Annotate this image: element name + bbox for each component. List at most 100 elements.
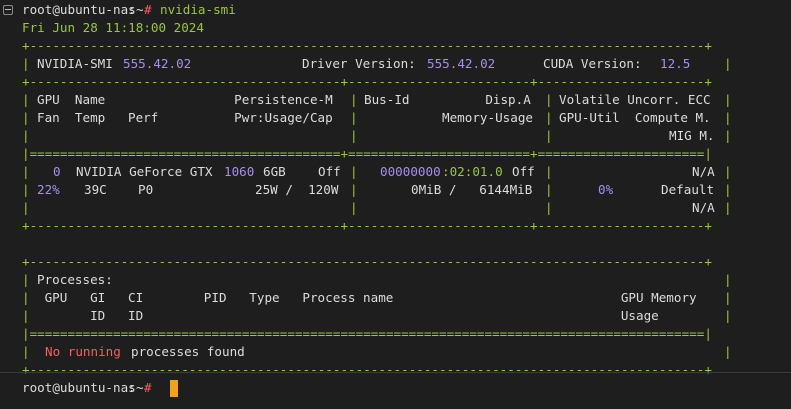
prompt-colon: :: [128, 380, 136, 395]
gpu-bus-id-num: 00000000: [380, 164, 441, 179]
gpu-index: 0: [53, 164, 61, 179]
processes-title: Processes:: [37, 272, 113, 287]
gpu-col-mid-1: Bus-Id Disp.A: [364, 92, 531, 107]
gpu-bus-id-rest: :02:01.0: [442, 164, 503, 179]
pipe: |: [724, 272, 732, 287]
pipe: |: [22, 290, 30, 305]
pipe: |: [22, 344, 30, 359]
processes-found-text: processes found: [131, 344, 245, 359]
gpu-col-header-2: | Fan Temp Perf Pwr:Usage/Cap | Memory-U…: [22, 109, 732, 127]
pipe: |: [724, 200, 732, 215]
proc-border-eq: |=======================================…: [22, 326, 712, 341]
pipe: |: [350, 182, 358, 197]
proc-col-row-2: | ID ID Usage |: [22, 307, 732, 325]
pipe: |: [350, 164, 358, 179]
pipe: |: [545, 164, 553, 179]
terminal-window: root@ubuntu-nas : ~ # nvidia-smi Fri Jun…: [0, 0, 791, 409]
table-border-eq: |=======================================…: [22, 146, 712, 161]
proc-cols-1: GPU GI CI PID Type Process name GPU Memo…: [37, 290, 697, 305]
prompt-line: root@ubuntu-nas : ~ # nvidia-smi: [22, 1, 236, 19]
driver-label: Driver Version:: [302, 56, 416, 71]
prompt-cwd: ~: [136, 380, 144, 395]
pipe: |: [350, 200, 358, 215]
timestamp: Fri Jun 28 11:18:00 2024: [22, 20, 204, 35]
driver-version: 555.42.02: [427, 56, 496, 71]
pipe: |: [545, 182, 553, 197]
collapse-toggle-icon[interactable]: [3, 5, 13, 15]
gpu-power: 25W / 120W: [255, 182, 339, 197]
pipe: |: [22, 92, 30, 107]
gpu-col-header-3: | | | MIG M. |: [22, 127, 732, 145]
pipe: |: [545, 110, 553, 125]
gpu-ecc: N/A: [692, 164, 715, 179]
gpu-col-left-2: Fan Temp Perf Pwr:Usage/Cap: [37, 110, 333, 125]
proc-title-row: | Processes: |: [22, 271, 732, 289]
prompt-user-host: root@ubuntu-nas: [22, 380, 136, 395]
no-running-text: No running: [45, 344, 121, 359]
pipe: |: [724, 56, 732, 71]
gpu-mig: N/A: [692, 200, 715, 215]
gpu-row-1: | 0 NVIDIA GeForce GTX 1060 6GB Off | 00…: [22, 163, 732, 181]
gpu-col-right-2: GPU-Util Compute M.: [559, 110, 711, 125]
pipe: |: [724, 110, 732, 125]
pipe: |: [724, 290, 732, 305]
proc-empty-row: | No running processes found |: [22, 343, 732, 361]
proc-border-bottom: +---------------------------------------…: [22, 362, 712, 377]
gpu-memory: 0MiB / 6144MiB: [411, 182, 533, 197]
pipe: |: [22, 308, 30, 323]
gpu-name-a: NVIDIA GeForce GTX: [76, 164, 213, 179]
pipe: |: [350, 92, 358, 107]
smi-version: 555.42.02: [123, 56, 192, 71]
smi-header-row: | NVIDIA-SMI 555.42.02 Driver Version: 5…: [22, 55, 732, 73]
prompt-symbol: #: [144, 380, 152, 395]
prompt-cwd: ~: [136, 2, 144, 17]
pipe: |: [22, 110, 30, 125]
gpu-col-left-1: GPU Name Persistence-M: [37, 92, 333, 107]
gpu-col-header-1: | GPU Name Persistence-M | Bus-Id Disp.A…: [22, 91, 732, 109]
gpu-disp: Off: [512, 164, 535, 179]
proc-cols-2: ID ID Usage: [37, 308, 659, 323]
gpu-perf: P0: [138, 182, 154, 197]
command-text: nvidia-smi: [160, 2, 236, 17]
table-border-bottom: +---------------------------------------…: [22, 218, 712, 233]
pipe: |: [545, 200, 553, 215]
pipe: |: [724, 182, 732, 197]
pipe: |: [22, 182, 30, 197]
smi-label: NVIDIA-SMI: [37, 56, 113, 71]
gpu-fan: 22%: [37, 182, 60, 197]
pipe: |: [22, 164, 30, 179]
gpu-row-3: | | | N/A |: [22, 199, 732, 217]
block-separator: [0, 372, 791, 373]
gpu-compute: Default: [661, 182, 715, 197]
cuda-version: 12.5: [660, 56, 691, 71]
pipe: |: [545, 92, 553, 107]
pipe: |: [724, 308, 732, 323]
pipe: |: [350, 128, 358, 143]
prompt-colon: :: [128, 2, 136, 17]
gpu-row-2: | 22% 39C P0 25W / 120W | 0MiB / 6144MiB…: [22, 181, 732, 199]
pipe: |: [22, 272, 30, 287]
pipe: |: [545, 128, 553, 143]
pipe: |: [724, 92, 732, 107]
table-border-mid: +---------------------------------------…: [22, 74, 712, 89]
gpu-persistence: Off: [318, 164, 341, 179]
pipe: |: [350, 110, 358, 125]
pipe: |: [22, 56, 30, 71]
text-cursor[interactable]: [170, 380, 178, 397]
table-border-top: +---------------------------------------…: [22, 38, 712, 53]
proc-col-row-1: | GPU GI CI PID Type Process name GPU Me…: [22, 289, 732, 307]
prompt-user-host: root@ubuntu-nas: [22, 2, 136, 17]
pipe: |: [22, 128, 30, 143]
gpu-col-right-1: Volatile Uncorr. ECC: [559, 92, 711, 107]
pipe: |: [22, 200, 30, 215]
pipe: |: [724, 128, 732, 143]
pipe: |: [724, 344, 732, 359]
gpu-name-b: 6GB: [263, 164, 286, 179]
active-prompt-line[interactable]: root@ubuntu-nas : ~ #: [22, 379, 152, 397]
gpu-col-right-3: MIG M.: [669, 128, 715, 143]
gpu-temp: 39C: [84, 182, 107, 197]
gpu-util: 0%: [598, 182, 614, 197]
cuda-label: CUDA Version:: [543, 56, 642, 71]
gpu-col-mid-2: Memory-Usage: [442, 110, 533, 125]
gpu-name-num: 1060: [224, 164, 255, 179]
